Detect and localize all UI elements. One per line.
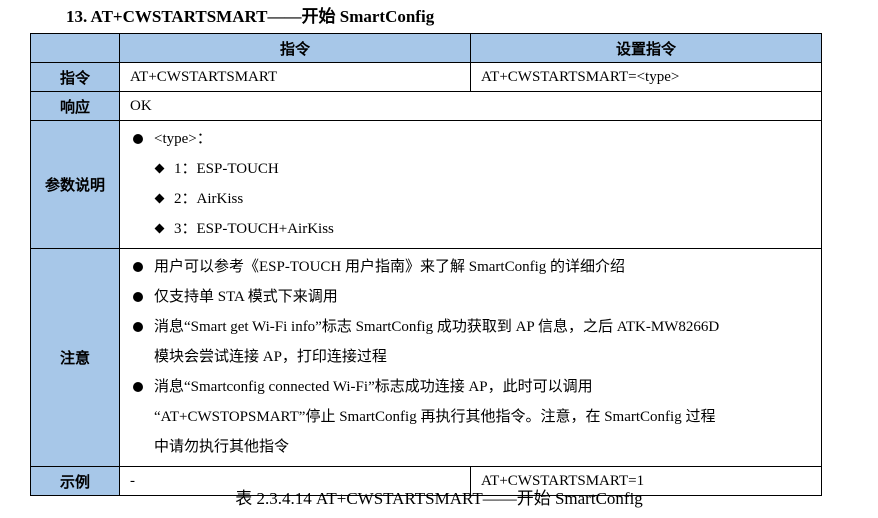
header-command: 指令 — [119, 33, 471, 63]
param-option-text: 3：ESP-TOUCH+AirKiss — [174, 221, 334, 237]
row-label-response: 响应 — [30, 91, 120, 121]
param-type-option: 2：AirKiss — [130, 184, 813, 214]
set-command-value: AT+CWSTARTSMART=<type> — [470, 62, 822, 92]
bullet-dot-icon — [133, 382, 143, 392]
header-set-command: 设置指令 — [470, 33, 822, 63]
note-text: 消息“Smartconfig connected Wi-Fi”标志成功连接 AP… — [154, 379, 593, 395]
note-text: 用户可以参考《ESP-TOUCH 用户指南》来了解 SmartConfig 的详… — [154, 259, 625, 275]
table-row-response: 响应 OK — [30, 91, 822, 121]
diamond-bullet-icon — [154, 163, 165, 174]
row-label-params: 参数说明 — [30, 120, 120, 249]
param-option-text: 1：ESP-TOUCH — [174, 161, 279, 177]
note-item: 用户可以参考《ESP-TOUCH 用户指南》来了解 SmartConfig 的详… — [130, 252, 813, 282]
param-type-text: <type>： — [154, 131, 212, 147]
table-caption: 表 2.3.4.14 AT+CWSTARTSMART——开始 SmartConf… — [235, 489, 643, 508]
bullet-dot-icon — [133, 134, 143, 144]
note-continuation: 中请勿执行其他指令 — [154, 439, 290, 455]
row-label-command: 指令 — [30, 62, 120, 92]
header-corner-cell — [30, 33, 120, 63]
bullet-dot-icon — [133, 322, 143, 332]
table-header-row: 指令 设置指令 — [30, 33, 822, 63]
command-table: 指令 设置指令 指令 AT+CWSTARTSMART AT+CWSTARTSMA… — [30, 33, 822, 496]
table-row-command: 指令 AT+CWSTARTSMART AT+CWSTARTSMART=<type… — [30, 62, 822, 92]
response-value: OK — [119, 91, 822, 121]
note-continuation: “AT+CWSTOPSMART”停止 SmartConfig 再执行其他指令。注… — [154, 409, 716, 425]
note-item: 仅支持单 STA 模式下来调用 — [130, 282, 813, 312]
note-item: 消息“Smartconfig connected Wi-Fi”标志成功连接 AP… — [130, 372, 813, 402]
command-value: AT+CWSTARTSMART — [119, 62, 471, 92]
bullet-dot-icon — [133, 292, 143, 302]
row-label-notes: 注意 — [30, 248, 120, 467]
table-row-params: 参数说明 <type>： 1：ESP-TOUCH 2：AirKiss 3：ESP… — [30, 120, 822, 249]
note-continuation: 模块会尝试连接 AP，打印连接过程 — [154, 349, 387, 365]
params-cell: <type>： 1：ESP-TOUCH 2：AirKiss 3：ESP-TOUC… — [119, 120, 822, 249]
note-text: 仅支持单 STA 模式下来调用 — [154, 289, 338, 305]
bullet-dot-icon — [133, 262, 143, 272]
table-row-notes: 注意 用户可以参考《ESP-TOUCH 用户指南》来了解 SmartConfig… — [30, 248, 822, 467]
note-item: 消息“Smart get Wi-Fi info”标志 SmartConfig 成… — [130, 312, 813, 342]
notes-cell: 用户可以参考《ESP-TOUCH 用户指南》来了解 SmartConfig 的详… — [119, 248, 822, 467]
section-title: 13. AT+CWSTARTSMART——开始 SmartConfig — [66, 7, 435, 26]
diamond-bullet-icon — [154, 193, 165, 204]
param-option-text: 2：AirKiss — [174, 191, 244, 207]
diamond-bullet-icon — [154, 223, 165, 234]
param-type-option: 3：ESP-TOUCH+AirKiss — [130, 214, 813, 244]
param-type-bullet: <type>： — [130, 124, 813, 154]
param-type-option: 1：ESP-TOUCH — [130, 154, 813, 184]
note-text: 消息“Smart get Wi-Fi info”标志 SmartConfig 成… — [154, 319, 720, 335]
